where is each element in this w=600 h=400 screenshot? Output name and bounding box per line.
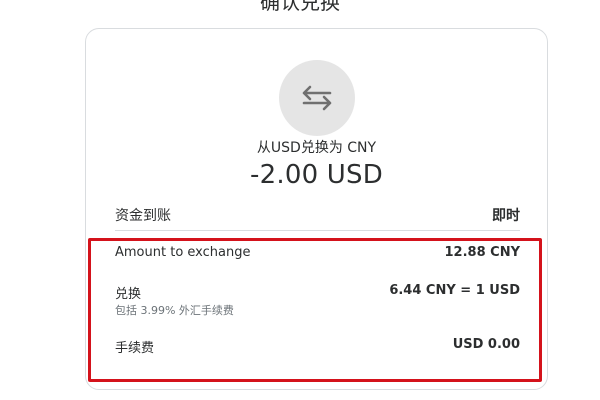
funds-availability-label: 资金到账 bbox=[115, 208, 171, 224]
exchange-rate-row: 兑换 6.44 CNY = 1 USD 包括 3.99% 外汇手续费 bbox=[115, 283, 520, 321]
exchange-review-page: 确认兑换 从USD兑换为 CNY -2.00 USD 资金到账 即时 Amoun… bbox=[0, 0, 600, 400]
section-divider bbox=[115, 230, 520, 231]
fee-row: 手续费 USD 0.00 bbox=[115, 337, 520, 357]
page-title: 确认兑换 bbox=[260, 0, 340, 14]
amount-to-exchange-label: Amount to exchange bbox=[115, 245, 251, 260]
exchange-arrows-icon bbox=[302, 85, 332, 111]
exchange-fee-note: 包括 3.99% 外汇手续费 bbox=[115, 304, 234, 317]
funds-availability-value: 即时 bbox=[492, 208, 520, 224]
fee-label: 手续费 bbox=[115, 341, 155, 356]
funds-availability-row: 资金到账 即时 bbox=[115, 205, 520, 227]
exchange-amount: -2.00 USD bbox=[250, 160, 383, 190]
amount-to-exchange-value: 12.88 CNY bbox=[444, 245, 520, 260]
exchange-direction-text: 从USD兑换为 CNY bbox=[256, 140, 377, 156]
fee-value: USD 0.00 bbox=[452, 337, 520, 352]
exchange-rate-value: 6.44 CNY = 1 USD bbox=[389, 283, 520, 298]
amount-to-exchange-row: Amount to exchange 12.88 CNY bbox=[115, 245, 520, 265]
exchange-icon-circle bbox=[279, 60, 355, 136]
exchange-rate-label: 兑换 bbox=[115, 287, 142, 302]
